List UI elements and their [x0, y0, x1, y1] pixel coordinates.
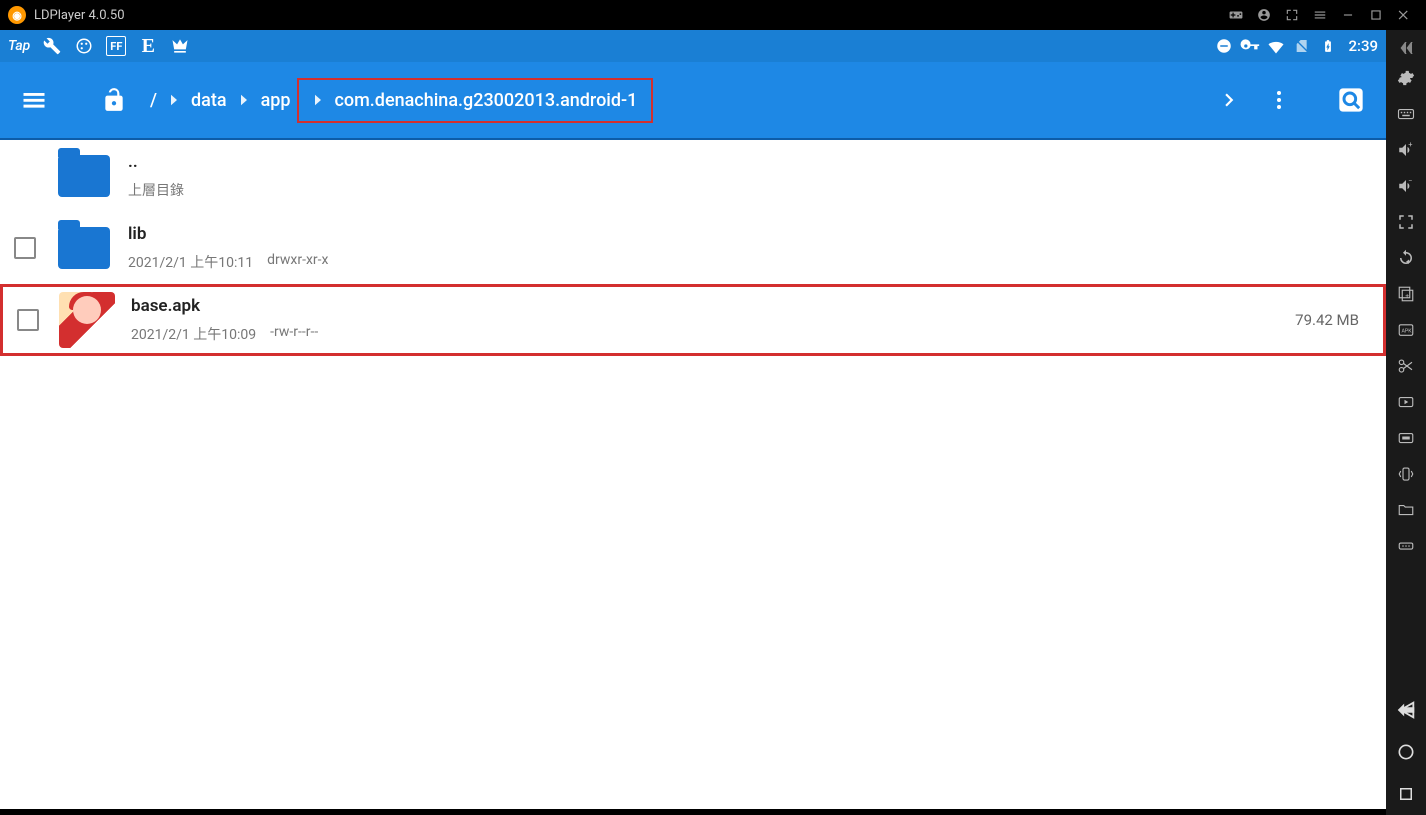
breadcrumb-current-highlight: com.denachina.g23002013.android-1 [297, 78, 654, 123]
close-icon[interactable] [1390, 4, 1418, 26]
file-permissions: drwxr-xr-x [267, 252, 328, 272]
account-icon[interactable] [1250, 4, 1278, 26]
breadcrumb-forward-button[interactable] [1208, 79, 1250, 121]
file-date: 2021/2/1 上午10:11 [128, 252, 253, 272]
checkbox[interactable] [14, 237, 36, 259]
android-home-button[interactable] [1386, 731, 1426, 773]
svg-text:−: − [1408, 177, 1412, 185]
minimize-icon[interactable] [1334, 4, 1362, 26]
multi-instance-icon[interactable]: + [1386, 276, 1426, 312]
folder-icon [56, 220, 112, 276]
collapse-sidebar-button[interactable] [1386, 36, 1426, 60]
checkbox[interactable] [17, 309, 39, 331]
file-name: lib [128, 224, 1372, 244]
svg-text:+: + [1405, 292, 1409, 300]
tap-label: Tap [8, 38, 30, 54]
svg-text:+: + [1408, 141, 1412, 149]
palette-icon [74, 36, 94, 56]
wifi-icon [1266, 36, 1286, 56]
screenshot-scissors-icon[interactable] [1386, 348, 1426, 384]
lock-open-button[interactable] [94, 80, 134, 120]
etsy-e-icon: E [138, 36, 158, 56]
status-clock: 2:39 [1348, 37, 1378, 55]
keyboard-icon[interactable] [1386, 96, 1426, 132]
app-logo-icon: ◉ [8, 6, 26, 24]
file-sub: 上層目錄 [128, 180, 184, 200]
battery-icon [1318, 36, 1338, 56]
breadcrumb-app[interactable]: app [255, 86, 297, 115]
breadcrumb-root[interactable]: / [144, 86, 163, 115]
breadcrumb: / data app com.denachina.g23002013.andro… [144, 78, 653, 123]
ff-icon: FF [106, 36, 126, 56]
wrench-icon [42, 36, 62, 56]
android-back-button[interactable] [1386, 689, 1426, 731]
android-recents-button[interactable] [1386, 773, 1426, 815]
chevron-right-icon [309, 91, 327, 109]
chevron-right-icon [235, 91, 253, 109]
no-sim-icon [1292, 36, 1312, 56]
sync-icon[interactable] [1386, 240, 1426, 276]
file-permissions: -rw-r--r-- [270, 324, 318, 344]
emulator-screen: Tap FF E 2:39 / dat [0, 30, 1386, 815]
file-manager-toolbar: / data app com.denachina.g23002013.andro… [0, 62, 1386, 140]
file-row-parent[interactable]: .. 上層目錄 [0, 140, 1386, 212]
file-row-lib[interactable]: lib 2021/2/1 上午10:11 drwxr-xr-x [0, 212, 1386, 284]
operation-record-icon[interactable] [1386, 420, 1426, 456]
shared-folder-icon[interactable] [1386, 492, 1426, 528]
gamepad-icon[interactable] [1222, 4, 1250, 26]
volume-up-icon[interactable]: + [1386, 132, 1426, 168]
breadcrumb-data[interactable]: data [185, 86, 233, 115]
dnd-icon [1214, 36, 1234, 56]
more-tools-icon[interactable] [1386, 528, 1426, 564]
apk-install-icon[interactable]: APK [1386, 312, 1426, 348]
fullscreen-icon[interactable] [1278, 4, 1306, 26]
file-date: 2021/2/1 上午10:09 [131, 324, 256, 344]
window-title: LDPlayer 4.0.50 [34, 8, 125, 23]
crown-icon [170, 36, 190, 56]
settings-icon[interactable] [1386, 60, 1426, 96]
android-status-bar: Tap FF E 2:39 [0, 30, 1386, 62]
volume-down-icon[interactable]: − [1386, 168, 1426, 204]
menu-lines-icon[interactable] [1306, 4, 1334, 26]
file-name: .. [128, 152, 1372, 172]
overflow-menu-button[interactable] [1258, 79, 1300, 121]
fullscreen-tool-icon[interactable] [1386, 204, 1426, 240]
record-video-icon[interactable] [1386, 384, 1426, 420]
hamburger-menu-button[interactable] [14, 80, 54, 120]
folder-icon [56, 148, 112, 204]
apk-icon [59, 292, 115, 348]
breadcrumb-current[interactable]: com.denachina.g23002013.android-1 [329, 86, 644, 115]
shake-icon[interactable] [1386, 456, 1426, 492]
maximize-icon[interactable] [1362, 4, 1390, 26]
vpn-key-icon [1240, 36, 1260, 56]
file-name: base.apk [131, 296, 1295, 316]
search-button[interactable] [1330, 79, 1372, 121]
file-row-base-apk[interactable]: base.apk 2021/2/1 上午10:09 -rw-r--r-- 79.… [0, 284, 1386, 356]
file-size: 79.42 MB [1295, 311, 1359, 329]
window-titlebar: ◉ LDPlayer 4.0.50 [0, 0, 1426, 30]
file-list: .. 上層目錄 lib 2021/2/1 上午10:11 drwxr-xr-x [0, 140, 1386, 815]
emulator-sidebar: + − + APK [1386, 30, 1426, 815]
chevron-right-icon [165, 91, 183, 109]
svg-text:APK: APK [1402, 328, 1413, 334]
